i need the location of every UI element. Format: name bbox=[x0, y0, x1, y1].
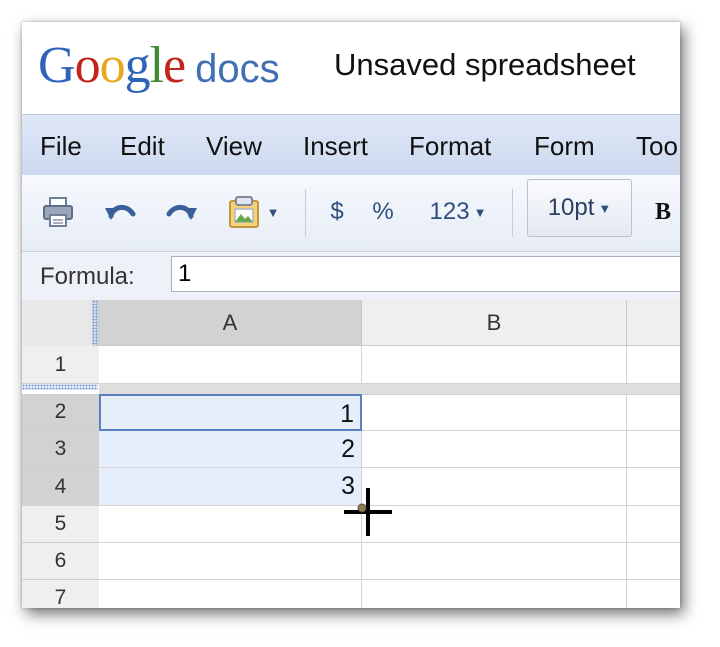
row-header-6[interactable]: 6 bbox=[22, 543, 99, 580]
column-header-b[interactable]: B bbox=[362, 300, 627, 346]
undo-icon bbox=[105, 205, 136, 220]
row-header-5[interactable]: 5 bbox=[22, 506, 99, 543]
menu-insert[interactable]: Insert bbox=[303, 131, 368, 162]
chevron-down-icon: ▼ bbox=[598, 200, 612, 216]
cell-b4[interactable] bbox=[362, 468, 627, 506]
crosshair-cursor-icon bbox=[344, 488, 392, 536]
cell-b7[interactable] bbox=[362, 580, 627, 608]
row-header-4[interactable]: 4 bbox=[22, 468, 99, 506]
cell-a4[interactable]: 3 bbox=[99, 468, 362, 506]
column-header-a[interactable]: A bbox=[99, 300, 362, 346]
cell-b2[interactable] bbox=[362, 394, 627, 431]
print-icon bbox=[43, 197, 73, 227]
paint-format-icon bbox=[228, 196, 259, 228]
cell-c4[interactable] bbox=[627, 468, 680, 506]
menu-edit[interactable]: Edit bbox=[120, 131, 165, 162]
undo-button[interactable] bbox=[98, 195, 142, 229]
cell-b5[interactable] bbox=[362, 506, 627, 543]
freeze-column-handle[interactable] bbox=[92, 300, 98, 346]
menu-bar: File Edit View Insert Format Form Too bbox=[22, 114, 680, 176]
cell-a2[interactable]: 1 bbox=[99, 394, 362, 431]
print-button[interactable] bbox=[36, 195, 80, 229]
toolbar-divider bbox=[305, 189, 306, 237]
chevron-down-icon: ▼ bbox=[266, 204, 280, 220]
document-title[interactable]: Unsaved spreadsheet bbox=[334, 47, 636, 83]
percent-format-button[interactable]: % bbox=[366, 195, 400, 229]
freeze-row-handle[interactable] bbox=[22, 384, 98, 390]
bold-button[interactable]: B bbox=[648, 195, 678, 229]
cell-c2[interactable] bbox=[627, 394, 680, 431]
redo-icon bbox=[166, 205, 197, 220]
number-format-dropdown[interactable]: 123 ▼ bbox=[418, 195, 498, 229]
cell-a1[interactable] bbox=[99, 346, 362, 384]
cell-a7[interactable] bbox=[99, 580, 362, 608]
cell-c5[interactable] bbox=[627, 506, 680, 543]
paint-format-button[interactable]: ▼ bbox=[220, 195, 286, 229]
cell-c3[interactable] bbox=[627, 431, 680, 468]
cell-b6[interactable] bbox=[362, 543, 627, 580]
row-header-3[interactable]: 3 bbox=[22, 431, 99, 468]
cell-a3[interactable]: 2 bbox=[99, 431, 362, 468]
logo-docs: docs bbox=[195, 47, 280, 91]
header: Google docs Unsaved spreadsheet bbox=[22, 22, 680, 114]
menu-file[interactable]: File bbox=[40, 131, 82, 162]
cell-c7[interactable] bbox=[627, 580, 680, 608]
cell-c1[interactable] bbox=[627, 346, 680, 384]
cell-a6[interactable] bbox=[99, 543, 362, 580]
row-header-2[interactable]: 2 bbox=[22, 394, 99, 431]
menu-view[interactable]: View bbox=[206, 131, 262, 162]
select-all-corner[interactable] bbox=[22, 300, 99, 347]
menu-form[interactable]: Form bbox=[534, 131, 595, 162]
cell-b3[interactable] bbox=[362, 431, 627, 468]
row-header-1[interactable]: 1 bbox=[22, 346, 99, 384]
toolbar-divider bbox=[512, 189, 513, 237]
menu-tools[interactable]: Too bbox=[636, 131, 678, 162]
number-format-label: 123 bbox=[429, 198, 470, 225]
formula-label: Formula: bbox=[40, 263, 135, 290]
menu-format[interactable]: Format bbox=[409, 131, 491, 162]
cell-a5[interactable] bbox=[99, 506, 362, 543]
row-header-7[interactable]: 7 bbox=[22, 580, 99, 608]
google-docs-logo[interactable]: Google docs bbox=[38, 36, 280, 96]
font-size-label: 10pt bbox=[547, 194, 595, 221]
formula-bar: Formula: bbox=[22, 252, 680, 301]
cell-c6[interactable] bbox=[627, 543, 680, 580]
font-size-dropdown[interactable]: 10pt ▼ bbox=[527, 179, 632, 237]
column-header-c[interactable] bbox=[627, 300, 680, 346]
app-window: Google docs Unsaved spreadsheet File Edi… bbox=[22, 22, 680, 608]
chevron-down-icon: ▼ bbox=[473, 204, 487, 220]
redo-button[interactable] bbox=[160, 195, 204, 229]
cell-b1[interactable] bbox=[362, 346, 627, 384]
spreadsheet-grid: A B 1 2 1 3 2 4 3 5 6 7 bbox=[22, 300, 680, 608]
formula-input[interactable] bbox=[171, 256, 680, 292]
logo-google: Google bbox=[38, 37, 186, 94]
currency-format-button[interactable]: $ bbox=[322, 195, 352, 229]
